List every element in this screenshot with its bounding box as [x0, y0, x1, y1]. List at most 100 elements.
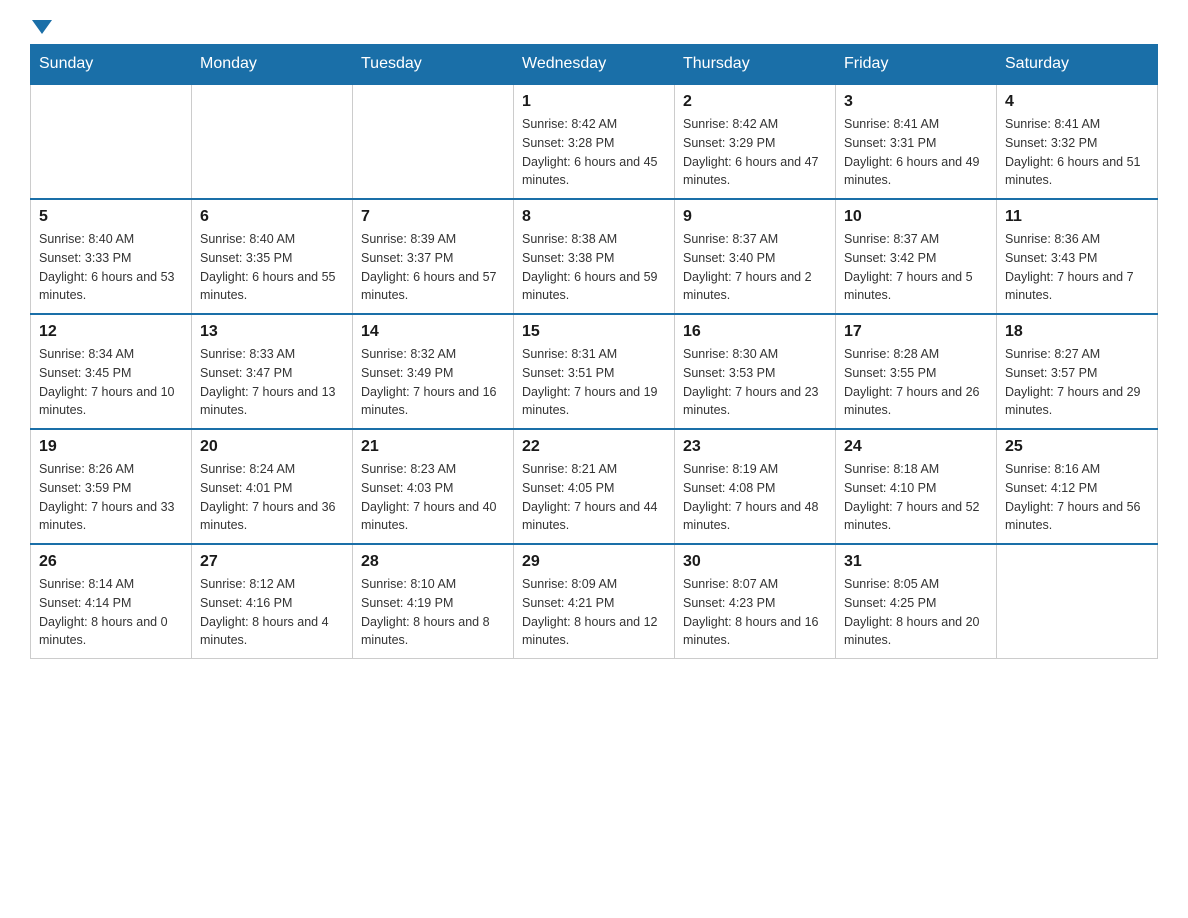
day-info: Sunrise: 8:40 AMSunset: 3:35 PMDaylight:…	[200, 230, 344, 305]
day-number: 24	[844, 438, 988, 456]
day-info: Sunrise: 8:27 AMSunset: 3:57 PMDaylight:…	[1005, 345, 1149, 420]
day-info: Sunrise: 8:41 AMSunset: 3:31 PMDaylight:…	[844, 115, 988, 190]
day-info: Sunrise: 8:42 AMSunset: 3:28 PMDaylight:…	[522, 115, 666, 190]
day-info: Sunrise: 8:10 AMSunset: 4:19 PMDaylight:…	[361, 575, 505, 650]
day-number: 11	[1005, 208, 1149, 226]
calendar-cell: 25 Sunrise: 8:16 AMSunset: 4:12 PMDayligh…	[997, 429, 1158, 544]
day-info: Sunrise: 8:21 AMSunset: 4:05 PMDaylight:…	[522, 460, 666, 535]
calendar-cell: 15 Sunrise: 8:31 AMSunset: 3:51 PMDayligh…	[514, 314, 675, 429]
day-number: 20	[200, 438, 344, 456]
calendar-cell: 8 Sunrise: 8:38 AMSunset: 3:38 PMDaylight…	[514, 199, 675, 314]
calendar-cell: 13 Sunrise: 8:33 AMSunset: 3:47 PMDayligh…	[192, 314, 353, 429]
day-number: 7	[361, 208, 505, 226]
calendar-cell: 1 Sunrise: 8:42 AMSunset: 3:28 PMDaylight…	[514, 84, 675, 199]
calendar-cell: 11 Sunrise: 8:36 AMSunset: 3:43 PMDayligh…	[997, 199, 1158, 314]
calendar-cell: 14 Sunrise: 8:32 AMSunset: 3:49 PMDayligh…	[353, 314, 514, 429]
day-number: 5	[39, 208, 183, 226]
calendar-body: 1 Sunrise: 8:42 AMSunset: 3:28 PMDaylight…	[31, 84, 1158, 659]
header-wednesday: Wednesday	[514, 45, 675, 85]
calendar-week-row: 12Sunrise: 8:34 AMSunset: 3:45 PMDayligh…	[31, 314, 1158, 429]
day-info: Sunrise: 8:28 AMSunset: 3:55 PMDaylight:…	[844, 345, 988, 420]
calendar-cell: 23 Sunrise: 8:19 AMSunset: 4:08 PMDayligh…	[675, 429, 836, 544]
day-number: 8	[522, 208, 666, 226]
calendar-cell: 10 Sunrise: 8:37 AMSunset: 3:42 PMDayligh…	[836, 199, 997, 314]
day-number: 25	[1005, 438, 1149, 456]
day-info: Sunrise: 8:32 AMSunset: 3:49 PMDaylight:…	[361, 345, 505, 420]
calendar-cell: 27Sunrise: 8:12 AMSunset: 4:16 PMDayligh…	[192, 544, 353, 659]
calendar-cell	[31, 84, 192, 199]
day-number: 1	[522, 93, 666, 111]
day-info: Sunrise: 8:37 AMSunset: 3:42 PMDaylight:…	[844, 230, 988, 305]
day-number: 16	[683, 323, 827, 341]
day-info: Sunrise: 8:30 AMSunset: 3:53 PMDaylight:…	[683, 345, 827, 420]
day-number: 3	[844, 93, 988, 111]
day-info: Sunrise: 8:41 AMSunset: 3:32 PMDaylight:…	[1005, 115, 1149, 190]
day-number: 28	[361, 553, 505, 571]
day-info: Sunrise: 8:16 AMSunset: 4:12 PMDaylight:…	[1005, 460, 1149, 535]
calendar-week-row: 5 Sunrise: 8:40 AMSunset: 3:33 PMDaylight…	[31, 199, 1158, 314]
day-number: 26	[39, 553, 183, 571]
day-number: 6	[200, 208, 344, 226]
calendar-cell: 2Sunrise: 8:42 AMSunset: 3:29 PMDaylight…	[675, 84, 836, 199]
logo	[30, 20, 54, 34]
calendar-cell: 16 Sunrise: 8:30 AMSunset: 3:53 PMDayligh…	[675, 314, 836, 429]
calendar-week-row: 26 Sunrise: 8:14 AMSunset: 4:14 PMDayligh…	[31, 544, 1158, 659]
day-number: 12	[39, 323, 183, 341]
calendar-cell: 12Sunrise: 8:34 AMSunset: 3:45 PMDayligh…	[31, 314, 192, 429]
day-number: 15	[522, 323, 666, 341]
day-number: 23	[683, 438, 827, 456]
day-number: 14	[361, 323, 505, 341]
day-info: Sunrise: 8:26 AMSunset: 3:59 PMDaylight:…	[39, 460, 183, 535]
day-number: 18	[1005, 323, 1149, 341]
header-thursday: Thursday	[675, 45, 836, 85]
header-friday: Friday	[836, 45, 997, 85]
day-number: 10	[844, 208, 988, 226]
calendar-cell: 24 Sunrise: 8:18 AMSunset: 4:10 PMDayligh…	[836, 429, 997, 544]
calendar-cell: 26 Sunrise: 8:14 AMSunset: 4:14 PMDayligh…	[31, 544, 192, 659]
day-info: Sunrise: 8:40 AMSunset: 3:33 PMDaylight:…	[39, 230, 183, 305]
calendar-cell: 3 Sunrise: 8:41 AMSunset: 3:31 PMDaylight…	[836, 84, 997, 199]
calendar-cell: 31Sunrise: 8:05 AMSunset: 4:25 PMDayligh…	[836, 544, 997, 659]
calendar-cell: 4 Sunrise: 8:41 AMSunset: 3:32 PMDaylight…	[997, 84, 1158, 199]
calendar-cell: 19 Sunrise: 8:26 AMSunset: 3:59 PMDayligh…	[31, 429, 192, 544]
header-sunday: Sunday	[31, 45, 192, 85]
calendar-header: SundayMondayTuesdayWednesdayThursdayFrid…	[31, 45, 1158, 85]
calendar-week-row: 19 Sunrise: 8:26 AMSunset: 3:59 PMDayligh…	[31, 429, 1158, 544]
day-number: 21	[361, 438, 505, 456]
calendar-cell	[353, 84, 514, 199]
page-header	[30, 20, 1158, 34]
day-info: Sunrise: 8:07 AMSunset: 4:23 PMDaylight:…	[683, 575, 827, 650]
day-number: 13	[200, 323, 344, 341]
day-number: 17	[844, 323, 988, 341]
calendar-cell: 20 Sunrise: 8:24 AMSunset: 4:01 PMDayligh…	[192, 429, 353, 544]
day-number: 27	[200, 553, 344, 571]
day-info: Sunrise: 8:37 AMSunset: 3:40 PMDaylight:…	[683, 230, 827, 305]
day-number: 29	[522, 553, 666, 571]
header-saturday: Saturday	[997, 45, 1158, 85]
day-number: 2	[683, 93, 827, 111]
calendar-cell	[192, 84, 353, 199]
calendar-cell: 21 Sunrise: 8:23 AMSunset: 4:03 PMDayligh…	[353, 429, 514, 544]
day-info: Sunrise: 8:31 AMSunset: 3:51 PMDaylight:…	[522, 345, 666, 420]
header-monday: Monday	[192, 45, 353, 85]
day-info: Sunrise: 8:23 AMSunset: 4:03 PMDaylight:…	[361, 460, 505, 535]
day-info: Sunrise: 8:36 AMSunset: 3:43 PMDaylight:…	[1005, 230, 1149, 305]
day-number: 19	[39, 438, 183, 456]
day-info: Sunrise: 8:18 AMSunset: 4:10 PMDaylight:…	[844, 460, 988, 535]
day-number: 9	[683, 208, 827, 226]
calendar-week-row: 1 Sunrise: 8:42 AMSunset: 3:28 PMDaylight…	[31, 84, 1158, 199]
calendar-cell: 22 Sunrise: 8:21 AMSunset: 4:05 PMDayligh…	[514, 429, 675, 544]
day-info: Sunrise: 8:19 AMSunset: 4:08 PMDaylight:…	[683, 460, 827, 535]
calendar-cell: 29 Sunrise: 8:09 AMSunset: 4:21 PMDayligh…	[514, 544, 675, 659]
day-info: Sunrise: 8:14 AMSunset: 4:14 PMDaylight:…	[39, 575, 183, 650]
day-number: 22	[522, 438, 666, 456]
calendar-table: SundayMondayTuesdayWednesdayThursdayFrid…	[30, 44, 1158, 659]
calendar-cell: 9 Sunrise: 8:37 AMSunset: 3:40 PMDaylight…	[675, 199, 836, 314]
day-number: 31	[844, 553, 988, 571]
day-info: Sunrise: 8:09 AMSunset: 4:21 PMDaylight:…	[522, 575, 666, 650]
calendar-cell: 17 Sunrise: 8:28 AMSunset: 3:55 PMDayligh…	[836, 314, 997, 429]
day-info: Sunrise: 8:33 AMSunset: 3:47 PMDaylight:…	[200, 345, 344, 420]
day-info: Sunrise: 8:24 AMSunset: 4:01 PMDaylight:…	[200, 460, 344, 535]
day-number: 4	[1005, 93, 1149, 111]
day-info: Sunrise: 8:38 AMSunset: 3:38 PMDaylight:…	[522, 230, 666, 305]
